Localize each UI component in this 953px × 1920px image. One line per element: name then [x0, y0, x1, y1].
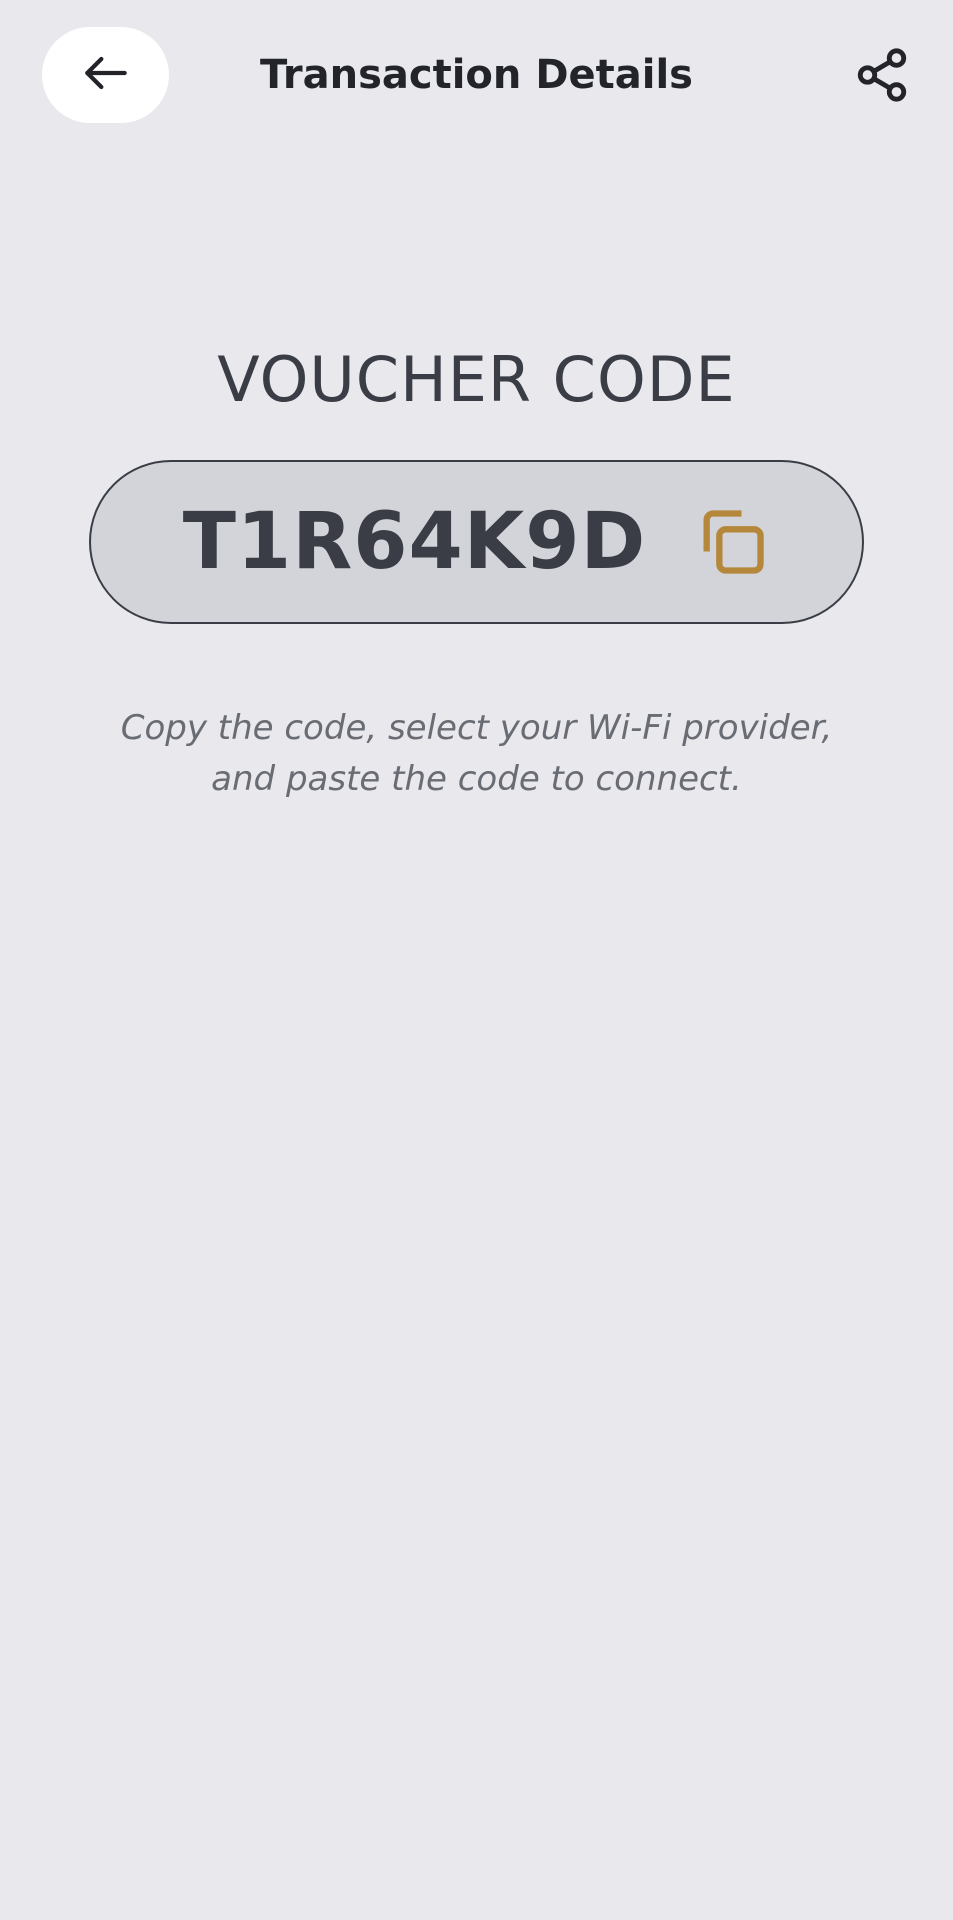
copy-icon[interactable] — [694, 504, 770, 580]
instructions-text: Copy the code, select your Wi-Fi provide… — [80, 703, 873, 805]
arrow-left-icon — [78, 45, 134, 106]
voucher-code-heading: VOUCHER CODE — [217, 343, 736, 416]
transaction-details-screen: Transaction Details VOUCHER CODE T1R64K9… — [0, 0, 953, 1920]
instructions-line: and paste the code to connect. — [211, 759, 742, 799]
share-button[interactable] — [853, 46, 911, 104]
share-icon — [853, 48, 911, 108]
voucher-code-box[interactable]: T1R64K9D — [89, 460, 864, 624]
back-button[interactable] — [42, 27, 169, 123]
instructions-line: Copy the code, select your Wi-Fi provide… — [120, 708, 833, 748]
page-title: Transaction Details — [260, 52, 693, 98]
voucher-code-value[interactable]: T1R64K9D — [183, 497, 647, 587]
